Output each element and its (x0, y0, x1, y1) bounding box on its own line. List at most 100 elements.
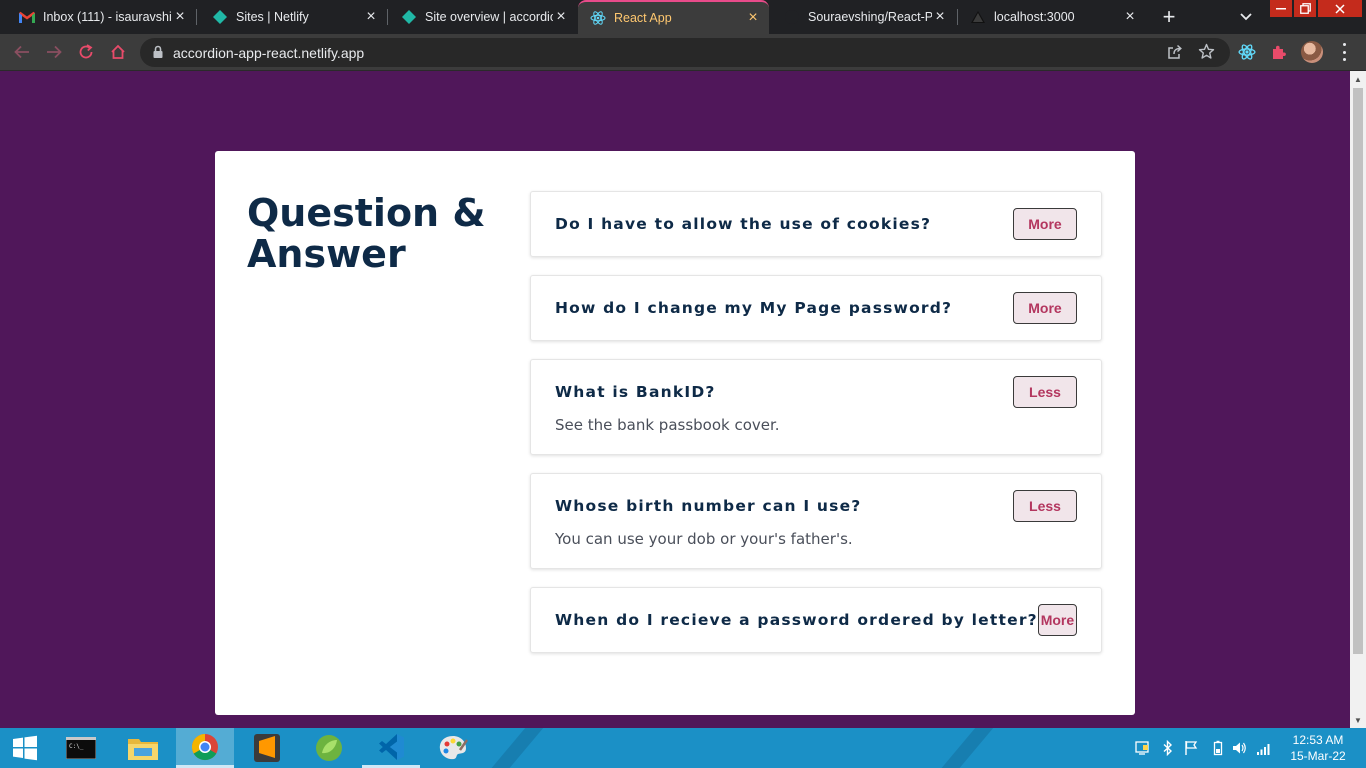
close-tab-icon[interactable]: × (363, 8, 379, 25)
tab-site-overview[interactable]: Site overview | accordio × (382, 0, 577, 34)
scroll-up-arrow-icon[interactable]: ▲ (1350, 71, 1366, 87)
back-arrow-icon (14, 45, 29, 59)
minimize-window-button[interactable] (1270, 0, 1292, 17)
tab-react-app[interactable]: React App × (578, 0, 769, 34)
tab-title: Inbox (111) - isauravshir (43, 10, 172, 24)
close-tab-icon[interactable]: × (553, 8, 569, 25)
taskbar-spring-tools[interactable] (300, 728, 358, 768)
gmail-icon (19, 9, 35, 25)
clock-date: 15-Mar-22 (1290, 749, 1346, 763)
scroll-down-arrow-icon[interactable]: ▼ (1350, 712, 1366, 728)
question-text: What is BankID? (555, 383, 716, 401)
taskbar-vscode[interactable] (362, 728, 420, 768)
close-icon (1335, 3, 1345, 14)
taskbar-file-explorer[interactable] (114, 728, 172, 768)
windows-taskbar: C:\_ 12:53 AM 15-Mar-22 (0, 728, 1366, 768)
taskbar-cmd[interactable]: C:\_ (52, 728, 110, 768)
taskbar-sublime-text[interactable] (238, 728, 296, 768)
battery-icon[interactable] (1210, 740, 1226, 756)
extensions-puzzle-icon[interactable] (1270, 43, 1288, 61)
more-button[interactable]: More (1013, 208, 1077, 240)
question-header: How do I change my My Page password? Mor… (555, 276, 1077, 340)
question-text: Do I have to allow the use of cookies? (555, 215, 932, 233)
tab-title: Souraevshing/React-Pro (808, 10, 932, 24)
restore-window-button[interactable] (1294, 0, 1316, 17)
system-clock[interactable]: 12:53 AM 15-Mar-22 (1287, 732, 1349, 764)
paint-icon (439, 736, 468, 760)
address-bar[interactable]: accordion-app-react.netlify.app (140, 38, 1230, 67)
file-explorer-icon (128, 739, 158, 760)
svg-text:C:\_: C:\_ (69, 743, 84, 750)
vercel-icon (970, 9, 986, 25)
close-tab-icon[interactable]: × (745, 9, 761, 26)
question-item: Do I have to allow the use of cookies? M… (530, 191, 1102, 257)
volume-icon[interactable] (1231, 740, 1247, 756)
profile-avatar[interactable] (1301, 41, 1323, 63)
answer-text: You can use your dob or your's father's. (555, 530, 853, 548)
tab-netlify-sites[interactable]: Sites | Netlify × (193, 0, 387, 34)
wifi-signal-icon[interactable] (1256, 740, 1272, 756)
action-center-flag-icon[interactable] (1183, 740, 1199, 756)
question-header: Whose birth number can I use? Less (555, 474, 1077, 538)
tab-search-button[interactable] (1237, 8, 1255, 26)
browser-menu-button[interactable] (1342, 43, 1346, 61)
close-tab-icon[interactable]: × (932, 8, 948, 25)
close-tab-icon[interactable]: × (1122, 8, 1138, 25)
less-button[interactable]: Less (1013, 376, 1077, 408)
tab-gmail[interactable]: Inbox (111) - isauravshir × (0, 0, 196, 34)
start-button[interactable] (0, 728, 50, 768)
forward-button[interactable] (44, 42, 64, 62)
home-icon (111, 44, 125, 59)
taskbar-decoration (474, 728, 544, 768)
question-text: When do I recieve a password ordered by … (555, 611, 1038, 629)
minimize-icon (1276, 7, 1286, 9)
reload-icon (79, 44, 93, 59)
question-item: When do I recieve a password ordered by … (530, 587, 1102, 653)
chevron-down-icon (1240, 13, 1252, 21)
react-icon (590, 10, 606, 26)
reload-button[interactable] (76, 42, 96, 62)
question-item: How do I change my My Page password? Mor… (530, 275, 1102, 341)
scrollbar-thumb[interactable] (1353, 88, 1363, 654)
close-window-button[interactable] (1318, 0, 1362, 17)
vscode-icon (379, 733, 404, 760)
clock-time: 12:53 AM (1292, 733, 1344, 747)
tab-localhost[interactable]: localhost:3000 × (951, 0, 1146, 34)
question-header: What is BankID? Less (555, 360, 1077, 424)
new-tab-button[interactable]: + (1158, 4, 1180, 29)
github-icon (784, 9, 800, 25)
bookmark-star-icon[interactable] (1198, 43, 1215, 65)
bluetooth-icon[interactable] (1160, 740, 1176, 756)
more-button[interactable]: More (1037, 604, 1077, 636)
qa-card: Question & Answer Do I have to allow the… (215, 151, 1135, 715)
back-button[interactable] (12, 42, 32, 62)
react-devtools-extension-icon[interactable] (1238, 43, 1256, 61)
question-header: When do I recieve a password ordered by … (555, 588, 1077, 652)
chrome-icon (191, 733, 218, 760)
tab-title: localhost:3000 (994, 10, 1075, 24)
browser-toolbar: accordion-app-react.netlify.app (0, 34, 1366, 71)
less-button[interactable]: Less (1013, 490, 1077, 522)
windows-logo-icon (13, 735, 37, 761)
page-title: Question & Answer (247, 191, 486, 276)
page-viewport: Question & Answer Do I have to allow the… (0, 71, 1366, 728)
url-text: accordion-app-react.netlify.app (173, 45, 365, 61)
more-button[interactable]: More (1013, 292, 1077, 324)
question-item: Whose birth number can I use? Less You c… (530, 473, 1102, 569)
taskbar-paint[interactable] (424, 728, 482, 768)
lock-icon (152, 45, 164, 64)
question-item: What is BankID? Less See the bank passbo… (530, 359, 1102, 455)
question-header: Do I have to allow the use of cookies? M… (555, 192, 1077, 256)
close-tab-icon[interactable]: × (172, 8, 188, 25)
tab-title: React App (614, 11, 672, 25)
page-scrollbar[interactable]: ▲ ▼ (1350, 71, 1366, 728)
cmd-icon: C:\_ (66, 737, 96, 759)
netlify-icon (401, 9, 417, 25)
tab-title: Site overview | accordio (425, 10, 553, 24)
share-icon[interactable] (1167, 44, 1183, 65)
network-tray-icon[interactable] (1134, 740, 1150, 756)
tab-github-repo[interactable]: Souraevshing/React-Pro × (770, 0, 956, 34)
taskbar-chrome[interactable] (176, 728, 234, 768)
home-button[interactable] (108, 42, 128, 62)
forward-arrow-icon (47, 45, 62, 59)
